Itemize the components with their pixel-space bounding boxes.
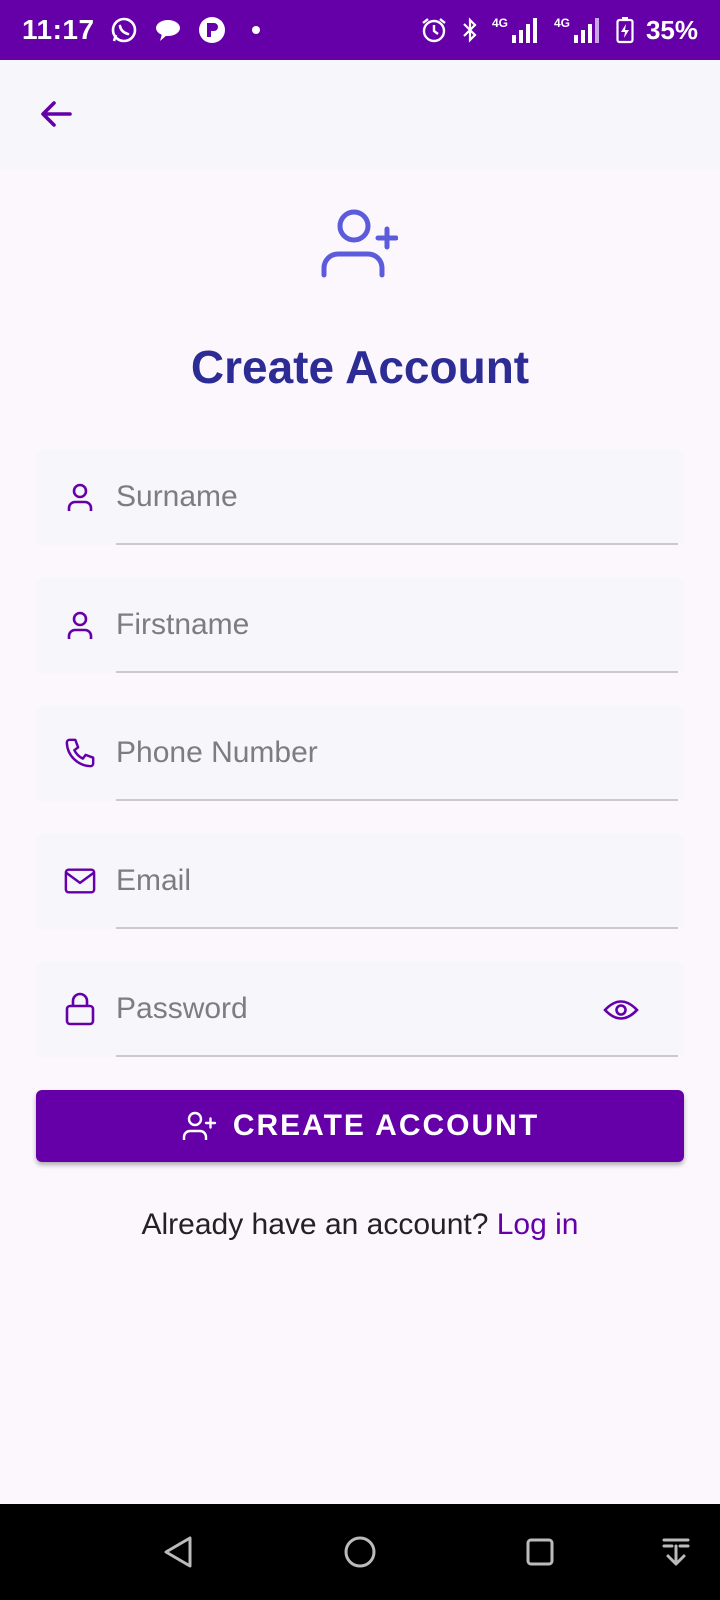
alarm-icon bbox=[420, 15, 448, 45]
user-icon bbox=[64, 481, 96, 513]
user-icon bbox=[64, 609, 96, 641]
email-underline bbox=[116, 927, 678, 929]
recents-nav-icon[interactable] bbox=[520, 1532, 560, 1572]
login-prompt: Already have an account? Log in bbox=[0, 1208, 720, 1242]
signal-icon: 4G bbox=[554, 15, 604, 45]
app-bar bbox=[0, 60, 720, 170]
password-input[interactable] bbox=[116, 981, 576, 1037]
login-link[interactable]: Log in bbox=[497, 1208, 579, 1241]
phone-input[interactable] bbox=[116, 725, 576, 781]
surname-input[interactable] bbox=[116, 469, 576, 525]
phone-field bbox=[36, 705, 684, 801]
firstname-underline bbox=[116, 671, 678, 673]
mail-icon bbox=[64, 865, 96, 897]
create-account-label: CREATE ACCOUNT bbox=[232, 1109, 540, 1142]
status-bar: 11:17 4G 4G 35% bbox=[0, 0, 720, 60]
firstname-field bbox=[36, 577, 684, 673]
back-button[interactable] bbox=[28, 86, 84, 142]
eye-icon[interactable] bbox=[602, 991, 640, 1029]
firstname-input[interactable] bbox=[116, 597, 576, 653]
status-right: 4G 4G 35% bbox=[420, 15, 698, 46]
surname-field bbox=[36, 449, 684, 545]
login-prompt-text: Already have an account? bbox=[141, 1208, 489, 1241]
battery-charging-icon bbox=[616, 15, 634, 45]
whatsapp-icon bbox=[109, 15, 139, 45]
home-nav-icon[interactable] bbox=[340, 1532, 380, 1572]
notification-drawer-icon[interactable] bbox=[656, 1532, 696, 1572]
lock-icon bbox=[64, 992, 96, 1026]
network-label: 4G bbox=[492, 16, 508, 30]
chat-bubble-icon bbox=[153, 15, 183, 45]
arrow-left-icon bbox=[41, 101, 72, 127]
email-input[interactable] bbox=[116, 853, 576, 909]
password-underline bbox=[116, 1055, 678, 1057]
create-account-button[interactable]: CREATE ACCOUNT bbox=[36, 1090, 684, 1162]
user-plus-icon bbox=[318, 204, 399, 284]
phone-icon bbox=[64, 737, 96, 769]
signal-icon: 4G bbox=[492, 15, 542, 45]
battery-level: 35% bbox=[645, 14, 698, 45]
status-left: 11:17 bbox=[22, 14, 271, 46]
phone-underline bbox=[116, 799, 678, 801]
user-plus-icon bbox=[181, 1110, 217, 1142]
status-time: 11:17 bbox=[22, 14, 95, 45]
app-notification-icon bbox=[197, 15, 227, 45]
page-title: Create Account bbox=[190, 341, 530, 393]
navigation-bar bbox=[0, 1504, 720, 1600]
network-label: 4G bbox=[554, 16, 570, 30]
surname-underline bbox=[116, 543, 678, 545]
email-field bbox=[36, 833, 684, 929]
password-field bbox=[36, 961, 684, 1057]
dot-icon bbox=[241, 15, 271, 45]
bluetooth-icon bbox=[460, 15, 480, 45]
back-nav-icon[interactable] bbox=[158, 1532, 198, 1572]
